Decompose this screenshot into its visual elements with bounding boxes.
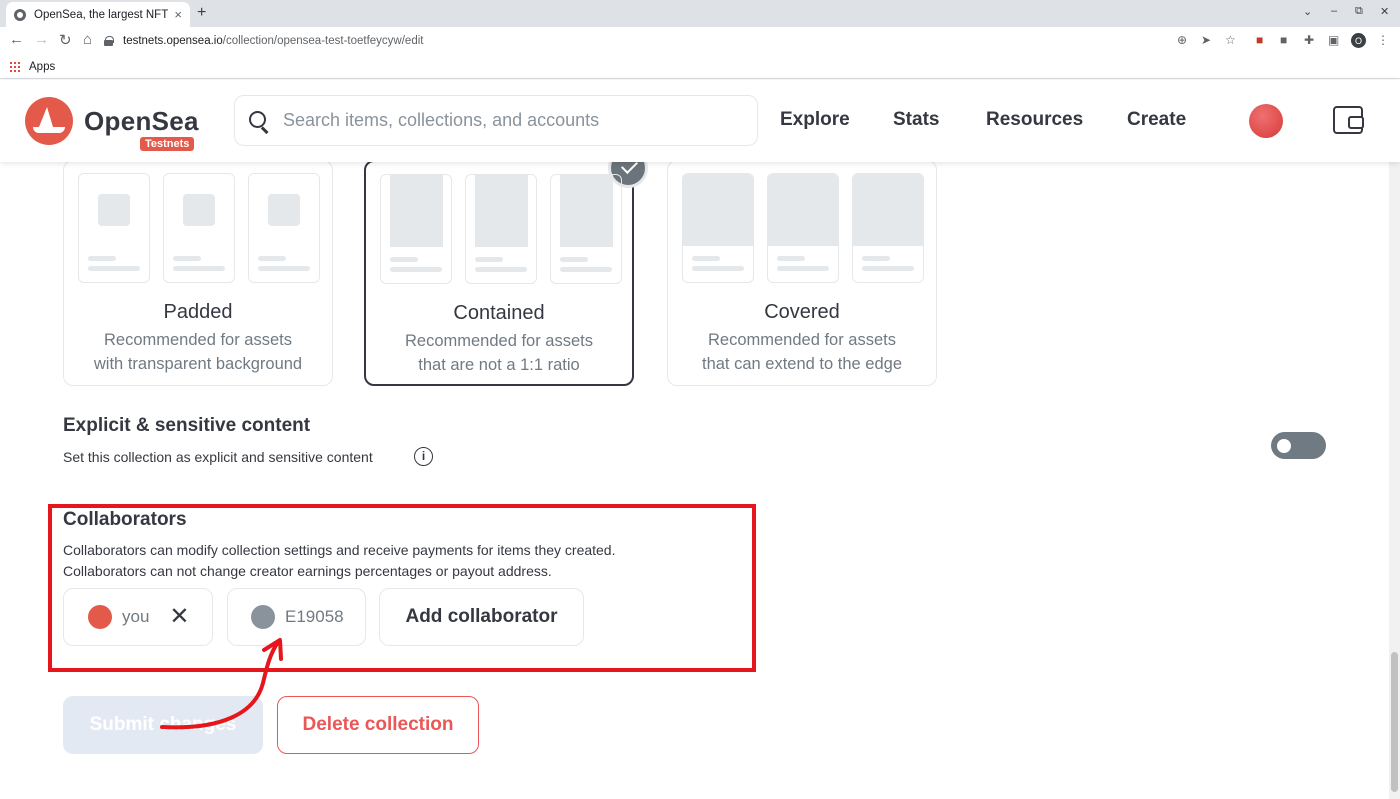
bookmark-star-icon[interactable]: ☆ [1225,33,1236,47]
card-description: Recommended for assets with transparent … [93,331,303,373]
opensea-logo-icon[interactable] [25,97,73,145]
display-option-covered[interactable]: Covered Recommended for assets that can … [667,160,937,386]
annotation-arrow-icon [160,638,283,730]
nav-resources[interactable]: Resources [986,109,1083,131]
site-header: OpenSea Testnets Explore Stats Resources… [0,80,1400,162]
wallet-icon[interactable] [1333,106,1364,134]
browser-tab-bar: OpenSea, the largest NFT × + ⌄ – ⧉ ✕ [0,0,1400,27]
browser-tab[interactable]: OpenSea, the largest NFT × [6,2,190,27]
collaborators-title: Collaborators [63,509,187,530]
browser-menu-icon[interactable]: ⋮ [1377,33,1389,47]
zoom-icon[interactable]: ⊕ [1177,33,1187,47]
explicit-toggle[interactable] [1271,432,1326,459]
card-title: Contained [453,302,545,324]
search-icon [249,110,269,131]
address-bar[interactable]: testnets.opensea.io /collection/opensea-… [104,30,1252,52]
tab-close-icon[interactable]: × [174,7,182,22]
share-icon[interactable]: ➤ [1201,33,1211,47]
lock-icon [104,36,114,46]
new-tab-button[interactable]: + [197,4,206,22]
browser-toolbar: ← → ↻ ⌂ testnets.opensea.io /collection/… [0,27,1400,55]
explicit-subtitle: Set this collection as explicit and sens… [63,449,373,465]
tab-search-icon[interactable]: ⌄ [1303,5,1312,18]
maximize-icon[interactable]: ⧉ [1355,5,1363,18]
side-panel-icon[interactable]: ▣ [1328,33,1339,47]
close-window-icon[interactable]: ✕ [1380,5,1389,18]
nav-create[interactable]: Create [1127,109,1186,131]
testnets-badge: Testnets [140,137,195,151]
nav-explore[interactable]: Explore [780,109,850,131]
forward-icon[interactable]: → [34,31,49,48]
collaborator-label: you [122,607,150,626]
remove-collaborator-icon[interactable]: ✕ [169,605,189,629]
bookmark-apps[interactable]: Apps [29,61,55,73]
brand-name[interactable]: OpenSea [84,106,199,137]
info-icon[interactable]: i [414,447,433,466]
scrollbar-thumb[interactable] [1391,652,1398,792]
search-bar[interactable] [234,95,758,146]
nav-stats[interactable]: Stats [893,109,939,131]
display-option-contained[interactable]: Contained Recommended for assets that ar… [364,148,648,386]
avatar [251,605,275,629]
delete-collection-button[interactable]: Delete collection [277,696,479,754]
add-collaborator-button[interactable]: Add collaborator [379,588,584,646]
home-icon[interactable]: ⌂ [83,31,92,48]
browser-profile-avatar[interactable]: O [1351,33,1366,48]
display-option-padded[interactable]: Padded Recommended for assets with trans… [63,160,333,386]
apps-grid-icon [10,61,20,72]
avatar [88,605,112,629]
explicit-title: Explicit & sensitive content [63,415,311,436]
tab-title: OpenSea, the largest NFT [34,8,169,21]
puzzle-icon[interactable]: ✚ [1304,33,1314,47]
minimize-icon[interactable]: – [1331,5,1337,17]
card-title: Covered [764,301,840,323]
url-host: testnets.opensea.io [123,35,223,47]
back-icon[interactable]: ← [9,31,24,48]
extension-icon[interactable]: ■ [1256,33,1263,47]
page-scrollbar[interactable] [1389,80,1400,799]
collaborators-description: Collaborators can modify collection sett… [63,542,616,579]
card-description: Recommended for assets that are not a 1:… [404,332,593,374]
collaborator-label: E19058 [285,607,344,626]
url-path: /collection/opensea-test-toetfeycyw/edit [222,35,424,47]
card-title: Padded [163,301,233,323]
reload-icon[interactable]: ↻ [59,31,72,49]
extension-2-icon[interactable]: ■ [1280,33,1287,47]
site-favicon-icon [14,8,26,21]
card-description: Recommended for assets that can extend t… [702,331,902,373]
search-input[interactable] [283,110,723,131]
bookmarks-bar: Apps [0,55,1400,79]
profile-avatar[interactable] [1249,104,1283,138]
